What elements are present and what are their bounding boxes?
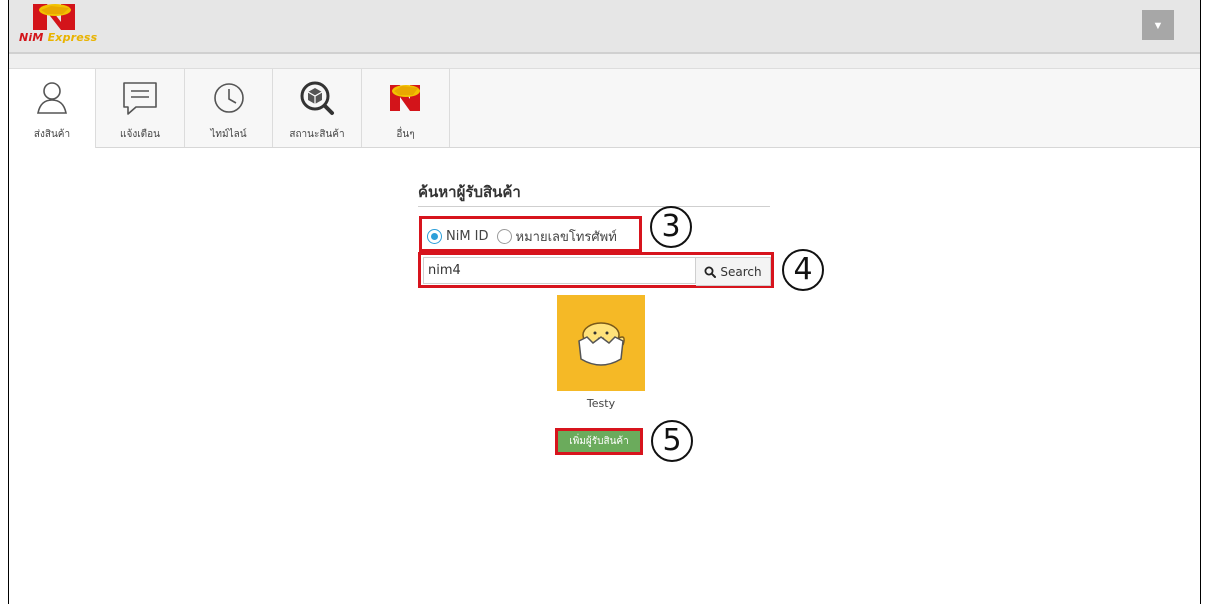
top-bar: NiM Express ▼ [9,0,1200,54]
brand-main: NiM [19,31,44,44]
nim-express-logo[interactable]: NiM Express [15,0,125,50]
message-icon [123,82,157,115]
box-search-icon [300,81,334,115]
title-divider [418,206,770,207]
caret-down-icon: ▼ [1152,20,1164,32]
recipient-avatar[interactable] [557,295,645,391]
tab-timeline[interactable]: ไทม์ไลน์ [185,69,273,147]
radio-nim-id[interactable] [427,228,442,244]
brand-text: NiM Express [19,31,97,44]
step-5-marker: 5 [651,420,693,462]
tab-send-goods[interactable]: ส่งสินค้า [9,69,96,148]
nim-logo-icon [389,85,420,111]
tab-label: ส่งสินค้า [33,129,71,140]
tab-other[interactable]: อื่นๆ [362,69,450,147]
search-icon [704,266,717,278]
radio-phone-number[interactable] [496,228,512,244]
tab-label: อื่นๆ [396,129,415,140]
tab-label: ไทม์ไลน์ [210,129,247,140]
tab-label: สถานะสินค้า [289,129,345,140]
user-icon [37,82,67,114]
search-type-radio-group: NiM ID หมายเลขโทรศัพท์ [419,220,617,252]
egg-chick-avatar [578,322,625,366]
brand-suffix: Express [47,31,98,44]
search-button[interactable]: Search [696,257,771,286]
tab-label: แจ้งเตือน [120,129,160,140]
recipient-name: Testy [586,397,616,410]
search-input[interactable] [423,257,696,284]
user-menu-dropdown-button[interactable]: ▼ [1142,10,1174,40]
radio-phone-number-label: หมายเลขโทรศัพท์ [515,229,617,245]
search-bar: Search [423,257,771,286]
clock-icon [213,83,244,113]
radio-nim-id-label: NiM ID [446,228,489,244]
nim-logo-icon [33,4,75,30]
recipient-search-panel: ค้นหาผู้รับสินค้า [410,180,770,210]
tab-notifications[interactable]: แจ้งเตือน [96,69,185,147]
step-3-marker: 3 [650,206,692,248]
tab-goods-status[interactable]: สถานะสินค้า [273,69,362,147]
main-nav: ส่งสินค้า แจ้งเตือน ไทม์ไลน์ สถานะสินค้า… [9,69,1200,148]
step-4-marker: 4 [782,249,824,291]
add-recipient-button[interactable]: เพิ่มผู้รับสินค้า [555,428,643,455]
search-button-label: Search [720,264,762,279]
header-strip [9,54,1200,69]
